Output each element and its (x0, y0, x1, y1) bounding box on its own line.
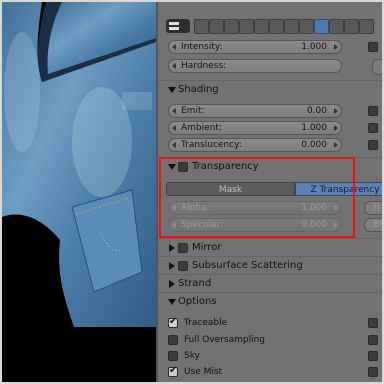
highlight-annotation-box (159, 157, 355, 238)
side-checkbox[interactable] (368, 42, 378, 52)
editor-type-selector[interactable] (166, 19, 190, 33)
modifiers-icon[interactable] (284, 19, 299, 34)
ambient-value: 1.000 (301, 123, 327, 133)
shading-section-header[interactable]: Shading (158, 80, 382, 99)
increment-arrow-icon[interactable] (334, 108, 338, 114)
hardness-field[interactable]: Hardness: (168, 59, 342, 73)
subsurface-enable-checkbox[interactable] (178, 261, 188, 271)
decrement-arrow-icon[interactable] (172, 108, 176, 114)
emit-value: 0.00 (306, 106, 327, 116)
blend-label: Bl (373, 220, 382, 230)
increment-arrow-icon[interactable] (334, 142, 338, 148)
translucency-value: 0.000 (301, 140, 327, 150)
physics-icon[interactable] (359, 19, 374, 34)
shading-title: Shading (178, 84, 219, 95)
full-oversampling-checkbox[interactable] (168, 335, 178, 345)
side-checkbox[interactable] (368, 318, 378, 328)
intensity-label: Intensity: (181, 42, 223, 52)
translucency-row: Translucency: 0.000 (158, 136, 382, 154)
texture-icon[interactable] (329, 19, 344, 34)
sky-checkbox[interactable] (168, 351, 178, 361)
mirror-enable-checkbox[interactable] (178, 243, 188, 253)
screenshot-frame: Intensity: 1.000 Hardness: Shading Emit:… (0, 0, 384, 384)
properties-editor-icon (169, 22, 179, 30)
expand-triangle-icon (168, 87, 176, 93)
intensity-value: 1.000 (301, 42, 327, 52)
ambient-field[interactable]: Ambient: 1.000 (168, 121, 342, 135)
side-checkbox[interactable] (368, 140, 378, 150)
mirror-title: Mirror (192, 242, 222, 253)
traceable-checkbox[interactable] (168, 316, 178, 328)
hardness-row: Hardness: (158, 57, 382, 75)
emit-field[interactable]: Emit: 0.00 (168, 104, 342, 118)
fresnel-field[interactable]: Fr (364, 201, 382, 215)
expand-triangle-icon (168, 299, 176, 305)
material-icon[interactable] (314, 19, 329, 34)
ambient-row: Ambient: 1.000 (158, 119, 382, 137)
strand-title: Strand (178, 278, 212, 289)
strand-section-header[interactable]: Strand (158, 274, 382, 293)
particles-icon[interactable] (344, 19, 359, 34)
render-layers-icon[interactable] (209, 19, 224, 34)
use-mist-label: Use Mist (184, 367, 223, 377)
ambient-label: Ambient: (181, 123, 222, 133)
mirror-section-header[interactable]: Mirror (158, 238, 382, 257)
side-checkbox[interactable] (368, 335, 378, 345)
hardness-label: Hardness: (181, 61, 227, 71)
emit-label: Emit: (181, 106, 205, 116)
side-checkbox[interactable] (368, 123, 378, 133)
options-section-header[interactable]: Options (158, 292, 382, 311)
intensity-field[interactable]: Intensity: 1.000 (168, 40, 342, 54)
collapse-triangle-icon (169, 262, 175, 270)
collapse-triangle-icon (169, 280, 175, 288)
decrement-arrow-icon[interactable] (172, 63, 176, 69)
translucency-field[interactable]: Translucency: 0.000 (168, 138, 342, 152)
translucency-label: Translucency: (181, 140, 242, 150)
properties-context-toolbar (158, 2, 382, 36)
decrement-arrow-icon[interactable] (172, 125, 176, 131)
use-mist-checkbox[interactable] (168, 365, 178, 377)
denim-texture-image (2, 2, 156, 327)
increment-arrow-icon[interactable] (334, 125, 338, 131)
3d-viewport[interactable] (2, 2, 156, 382)
object-icon[interactable] (254, 19, 269, 34)
collapse-triangle-icon (169, 244, 175, 252)
options-title: Options (178, 296, 217, 307)
scene-icon[interactable] (224, 19, 239, 34)
constraints-icon[interactable] (269, 19, 284, 34)
emit-row: Emit: 0.00 (158, 102, 382, 120)
side-checkbox[interactable] (368, 106, 378, 116)
subsurface-scattering-title: Subsurface Scattering (192, 260, 303, 271)
side-checkbox[interactable] (368, 367, 378, 377)
subsurface-scattering-section-header[interactable]: Subsurface Scattering (158, 256, 382, 275)
sky-label: Sky (184, 351, 200, 361)
full-oversampling-label: Full Oversampling (184, 335, 265, 345)
world-icon[interactable] (239, 19, 254, 34)
traceable-label: Traceable (184, 318, 228, 328)
render-icon[interactable] (194, 19, 209, 34)
fresnel-label: Fr (373, 203, 382, 213)
clipped-field[interactable] (372, 59, 382, 75)
intensity-row: Intensity: 1.000 (158, 38, 382, 56)
decrement-arrow-icon[interactable] (172, 44, 176, 50)
blend-field[interactable]: Bl (364, 218, 382, 232)
increment-arrow-icon[interactable] (334, 44, 338, 50)
decrement-arrow-icon[interactable] (172, 142, 176, 148)
side-checkbox[interactable] (368, 351, 378, 361)
data-icon[interactable] (299, 19, 314, 34)
